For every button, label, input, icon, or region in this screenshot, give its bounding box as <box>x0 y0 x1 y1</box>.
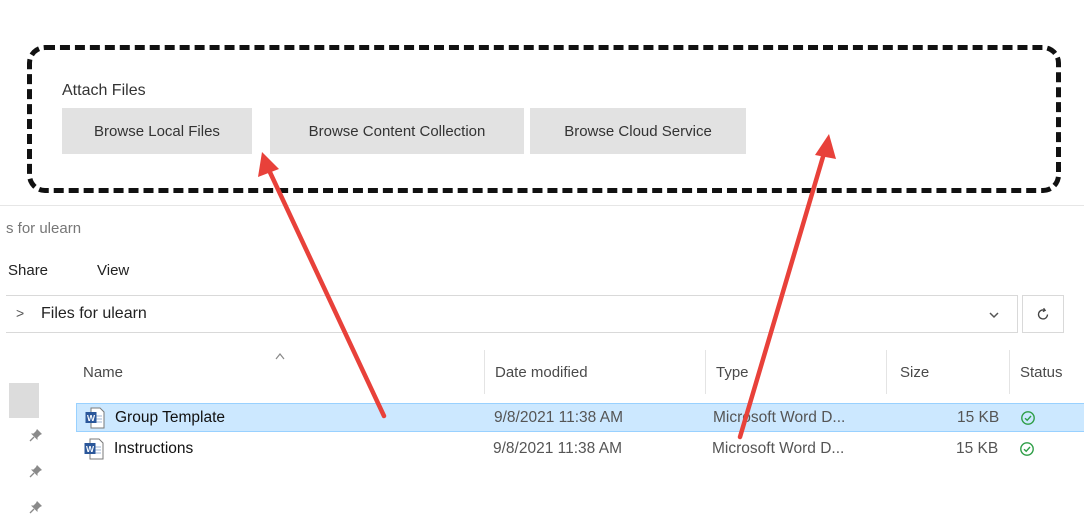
file-row[interactable]: W Instructions 9/8/2021 11:38 AM Microso… <box>76 435 1084 464</box>
file-date-modified: 9/8/2021 11:38 AM <box>493 440 622 457</box>
breadcrumb-chevron[interactable]: > <box>16 305 24 321</box>
file-explorer-window: s for ulearn Share View > Files for ulea… <box>0 205 1084 529</box>
tab-view[interactable]: View <box>97 262 129 279</box>
breadcrumb-folder[interactable]: Files for ulearn <box>41 305 147 323</box>
address-bar[interactable]: > Files for ulearn <box>6 295 1018 333</box>
file-date-modified: 9/8/2021 11:38 AM <box>494 409 623 426</box>
column-header-type[interactable]: Type <box>716 364 749 381</box>
column-header-name[interactable]: Name <box>83 364 123 381</box>
word-document-icon: W <box>84 438 104 460</box>
pin-icon[interactable] <box>28 463 44 479</box>
window-title: s for ulearn <box>6 220 82 237</box>
column-header-size[interactable]: Size <box>900 364 929 381</box>
browse-content-collection-button[interactable]: Browse Content Collection <box>270 108 524 154</box>
column-header-date-modified[interactable]: Date modified <box>495 364 588 381</box>
file-name[interactable]: Group Template <box>115 409 225 427</box>
navigation-pane <box>0 346 62 529</box>
column-divider[interactable] <box>886 350 887 394</box>
column-divider[interactable] <box>484 350 485 394</box>
file-type: Microsoft Word D... <box>713 409 846 426</box>
browse-cloud-service-button[interactable]: Browse Cloud Service <box>530 108 746 154</box>
file-type: Microsoft Word D... <box>712 440 845 457</box>
file-name[interactable]: Instructions <box>114 440 193 458</box>
tab-share[interactable]: Share <box>8 262 48 279</box>
column-divider[interactable] <box>1009 350 1010 394</box>
refresh-button[interactable] <box>1022 295 1064 333</box>
file-size: 15 KB <box>957 409 1000 426</box>
pin-icon[interactable] <box>28 427 44 443</box>
attach-files-label: Attach Files <box>62 82 146 99</box>
attach-files-panel: Attach Files Browse Local Files Browse C… <box>0 7 1084 205</box>
column-header-status[interactable]: Status <box>1020 364 1063 381</box>
svg-text:W: W <box>87 413 96 423</box>
check-circle-icon <box>1021 411 1035 425</box>
column-divider[interactable] <box>705 350 706 394</box>
sort-caret-icon <box>275 353 285 360</box>
svg-text:W: W <box>86 444 95 454</box>
refresh-icon <box>1037 307 1049 320</box>
word-document-icon: W <box>85 407 105 429</box>
check-circle-icon <box>1020 442 1034 456</box>
file-row[interactable]: W Group Template 9/8/2021 11:38 AM Micro… <box>76 403 1084 432</box>
top-cropped-text-strip <box>0 0 1084 7</box>
pin-icon[interactable] <box>28 499 44 515</box>
browse-local-files-button[interactable]: Browse Local Files <box>62 108 252 154</box>
nav-selected-item[interactable] <box>9 383 39 418</box>
chevron-down-icon[interactable] <box>987 308 1001 322</box>
file-size: 15 KB <box>956 440 999 457</box>
